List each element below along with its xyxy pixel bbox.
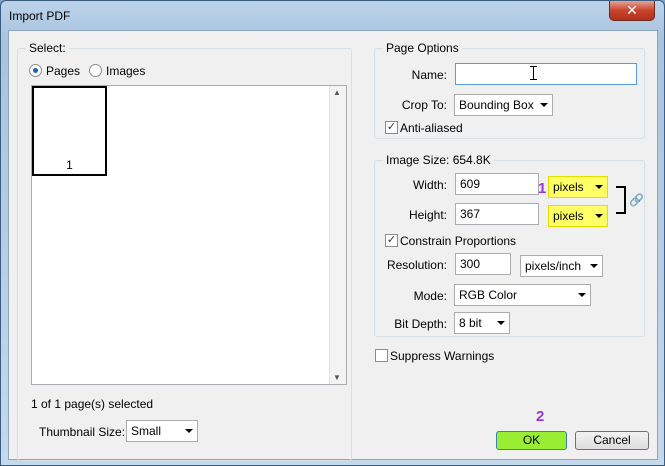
scroll-up-icon[interactable]: ▲ (333, 88, 341, 97)
crop-to-select[interactable]: Bounding Box (454, 94, 553, 116)
thumbnail-size-label: Thumbnail Size: (39, 425, 126, 439)
images-radio[interactable] (89, 64, 102, 77)
constrain-proportions-label[interactable]: Constrain Proportions (400, 234, 516, 248)
cancel-button-label: Cancel (593, 433, 631, 447)
height-unit-select[interactable]: pixels (548, 205, 608, 227)
thumbnail-scrollbar[interactable]: ▲ ▼ (329, 86, 346, 384)
width-input[interactable]: 609 (455, 173, 539, 195)
crop-to-label: Crop To: (401, 98, 447, 112)
ok-button-label: OK (522, 433, 541, 447)
image-size-title: Image Size: 654.8K (383, 153, 494, 167)
chevron-down-icon (497, 321, 505, 325)
mode-value: RGB Color (459, 288, 518, 302)
thumbnail-size-value: Small (131, 424, 162, 438)
page-thumbnail[interactable]: 1 (32, 86, 107, 176)
resolution-value: 300 (460, 257, 481, 271)
anti-aliased-checkbox[interactable]: ✓ (385, 121, 398, 134)
bit-depth-select[interactable]: 8 bit (454, 312, 510, 334)
resolution-input[interactable]: 300 (455, 253, 511, 275)
height-value: 367 (460, 207, 481, 221)
anti-aliased-label[interactable]: Anti-aliased (400, 121, 463, 135)
dialog-body: Select: Pages Images 1 ▲ ▼ 1 of 1 page(s… (8, 30, 658, 461)
chevron-down-icon (540, 103, 548, 107)
link-icon[interactable]: 🔗 (629, 193, 644, 207)
select-group-title: Select: (26, 41, 69, 55)
annotation-marker-2: 2 (536, 408, 545, 425)
resolution-label: Resolution: (386, 258, 447, 272)
thumbnail-list[interactable]: 1 ▲ ▼ (31, 85, 347, 385)
mode-select[interactable]: RGB Color (454, 284, 591, 306)
check-icon: ✓ (386, 121, 397, 133)
chevron-down-icon (578, 293, 586, 297)
chevron-down-icon (590, 264, 598, 268)
pages-radio-label[interactable]: Pages (46, 64, 80, 78)
annotation-marker-1: 1 (538, 180, 547, 197)
height-input[interactable]: 367 (455, 203, 539, 225)
suppress-warnings-label[interactable]: Suppress Warnings (390, 349, 494, 363)
mode-label: Mode: (413, 289, 447, 303)
page-thumbnail-number: 1 (66, 158, 73, 172)
chevron-down-icon (595, 185, 603, 189)
thumbnail-size-select[interactable]: Small (126, 420, 198, 442)
crop-to-value: Bounding Box (459, 98, 534, 112)
width-label: Width: (412, 178, 447, 192)
name-label: Name: (411, 68, 447, 82)
width-unit-select[interactable]: pixels (548, 176, 608, 198)
suppress-warnings-checkbox[interactable] (375, 349, 388, 362)
check-icon: ✓ (386, 234, 397, 246)
width-value: 609 (460, 177, 481, 191)
height-unit-value: pixels (553, 209, 584, 223)
constrain-proportions-checkbox[interactable]: ✓ (385, 234, 398, 247)
width-unit-value: pixels (553, 180, 584, 194)
chevron-down-icon (595, 214, 603, 218)
page-options-title: Page Options (383, 41, 462, 55)
bit-depth-label: Bit Depth: (394, 317, 447, 331)
close-button[interactable]: ✕ (609, 1, 655, 21)
resolution-unit-value: pixels/inch (525, 259, 582, 273)
close-icon: ✕ (626, 2, 638, 18)
height-label: Height: (408, 208, 447, 222)
pages-radio[interactable] (29, 64, 42, 77)
resolution-unit-select[interactable]: pixels/inch (520, 255, 603, 277)
chevron-down-icon (185, 429, 193, 433)
scroll-down-icon[interactable]: ▼ (333, 373, 341, 382)
name-input[interactable] (455, 63, 637, 85)
cancel-button[interactable]: Cancel (575, 431, 649, 450)
bit-depth-value: 8 bit (459, 316, 482, 330)
title-bar[interactable]: Import PDF ✕ (1, 1, 664, 31)
constrain-link-bracket (616, 186, 626, 214)
text-cursor-icon (530, 66, 537, 80)
images-radio-label[interactable]: Images (106, 64, 145, 78)
window-title: Import PDF (9, 9, 71, 23)
ok-button[interactable]: OK (496, 431, 567, 450)
import-pdf-dialog: Import PDF ✕ Select: Pages Images 1 ▲ ▼ … (0, 0, 665, 466)
selection-status: 1 of 1 page(s) selected (31, 397, 154, 411)
